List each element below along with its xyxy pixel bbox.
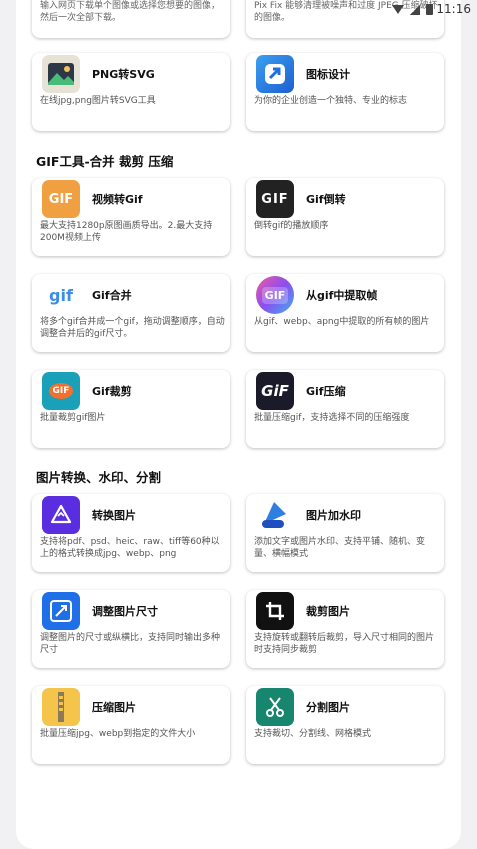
compress-image-icon (42, 688, 80, 726)
card-description: 将多个gif合并成一个gif，拖动调整顺序，自动调整合并后的gif尺寸。 (40, 317, 225, 339)
gif-merge-icon: gif (42, 276, 80, 314)
tool-card-partial-right[interactable]: Pix Fix 能够清理被噪声和过度 JPEG 压缩破坏的图像。 (246, 0, 444, 38)
gif-label: GIF (261, 191, 289, 207)
card-description: 添加文字或图片水印、支持平铺、随机、变量、横幅模式 (254, 537, 426, 559)
card-description: 支持裁切、分割线、网格模式 (254, 729, 372, 739)
tool-card-gif-crop[interactable]: GIF Gif裁剪 批量裁剪gif图片 (32, 370, 230, 448)
tool-card-crop-image[interactable]: 裁剪图片 支持旋转或翻转后裁剪，导入尺寸相同的图片时支持同步裁剪 (246, 590, 444, 668)
video-gif-icon: GIF (42, 180, 80, 218)
tool-card-convert-image[interactable]: 转换图片 支持将pdf、psd、heic、raw、tiff等60种以上的格式转换… (32, 494, 230, 572)
card-description: 倒转gif的播放顺序 (254, 221, 329, 231)
crop-image-icon (256, 592, 294, 630)
tool-card-video-to-gif[interactable]: GIF 视频转Gif 最大支持1280p原图画质导出。2.最大支持200M视频上… (32, 178, 230, 256)
gif-label: GiF (261, 382, 289, 400)
card-title: 图标设计 (306, 68, 350, 81)
tools-sheet: 输入网页下载单个图像或选择您想要的图像，然后一次全部下载。 Pix Fix 能够… (16, 0, 461, 849)
card-title: Gif倒转 (306, 193, 346, 206)
card-description: 为你的企业创造一个独特、专业的标志 (254, 96, 408, 106)
section-title-gif-tools: GIF工具-合并 裁剪 压缩 (36, 154, 174, 169)
card-description: 批量压缩jpg、webp到指定的文件大小 (40, 729, 196, 739)
tool-card-extract-frames[interactable]: GIF 从gif中提取帧 从gif、webp、apng中提取的所有帧的图片 (246, 274, 444, 352)
gif-reverse-icon: GIF (256, 180, 294, 218)
tool-card-gif-merge[interactable]: gif Gif合并 将多个gif合并成一个gif，拖动调整顺序，自动调整合并后的… (32, 274, 230, 352)
card-description: 调整图片的尺寸或纵横比，支持同时输出多种尺寸 (40, 633, 221, 655)
tool-card-partial-left[interactable]: 输入网页下载单个图像或选择您想要的图像，然后一次全部下载。 (32, 0, 230, 38)
card-title: 从gif中提取帧 (306, 289, 378, 302)
extract-frames-icon: GIF (256, 276, 294, 314)
card-description: Pix Fix 能够清理被噪声和过度 JPEG 压缩破坏的图像。 (254, 1, 438, 23)
logo-design-icon (256, 55, 294, 93)
card-title: 图片加水印 (306, 509, 361, 522)
tool-card-gif-reverse[interactable]: GIF Gif倒转 倒转gif的播放顺序 (246, 178, 444, 256)
png-svg-icon (42, 55, 80, 93)
card-description: 批量压缩gif，支持选择不同的压缩强度 (254, 413, 410, 423)
section-title-image-tools: 图片转换、水印、分割 (36, 470, 162, 485)
card-description: 最大支持1280p原图画质导出。2.最大支持200M视频上传 (40, 221, 213, 243)
tool-card-split-image[interactable]: 分割图片 支持裁切、分割线、网格模式 (246, 686, 444, 764)
card-title: 分割图片 (306, 701, 350, 714)
card-title: 压缩图片 (92, 701, 136, 714)
card-description: 批量裁剪gif图片 (40, 413, 106, 423)
gif-label: GIF (48, 191, 74, 207)
gif-label: GIF (261, 286, 289, 304)
convert-image-icon (42, 496, 80, 534)
card-title: Gif合并 (92, 289, 132, 302)
card-description: 支持将pdf、psd、heic、raw、tiff等60种以上的格式转换成jpg、… (40, 537, 220, 559)
gif-label: gif (49, 285, 73, 305)
watermark-icon (256, 496, 294, 534)
card-description: 在线jpg,png图片转SVG工具 (40, 96, 156, 106)
tool-card-compress-image[interactable]: 压缩图片 批量压缩jpg、webp到指定的文件大小 (32, 686, 230, 764)
card-description: 输入网页下载单个图像或选择您想要的图像，然后一次全部下载。 (40, 1, 221, 23)
card-description: 支持旋转或翻转后裁剪，导入尺寸相同的图片时支持同步裁剪 (254, 633, 435, 655)
tool-card-logo-design[interactable]: 图标设计 为你的企业创造一个独特、专业的标志 (246, 53, 444, 131)
tool-card-gif-compress[interactable]: GiF Gif压缩 批量压缩gif，支持选择不同的压缩强度 (246, 370, 444, 448)
card-title: Gif压缩 (306, 385, 346, 398)
card-title: 调整图片尺寸 (92, 605, 158, 618)
card-title: PNG转SVG (92, 68, 155, 81)
card-title: 视频转Gif (92, 193, 143, 206)
tool-card-png-to-svg[interactable]: PNG转SVG 在线jpg,png图片转SVG工具 (32, 53, 230, 131)
card-title: 转换图片 (92, 509, 136, 522)
gif-compress-icon: GiF (256, 372, 294, 410)
gif-crop-icon: GIF (42, 372, 80, 410)
card-title: 裁剪图片 (306, 605, 350, 618)
gif-label: GIF (48, 383, 74, 399)
card-title: Gif裁剪 (92, 385, 132, 398)
card-description: 从gif、webp、apng中提取的所有帧的图片 (254, 317, 430, 327)
resize-image-icon (42, 592, 80, 630)
tool-card-watermark[interactable]: 图片加水印 添加文字或图片水印、支持平铺、随机、变量、横幅模式 (246, 494, 444, 572)
tool-card-resize-image[interactable]: 调整图片尺寸 调整图片的尺寸或纵横比，支持同时输出多种尺寸 (32, 590, 230, 668)
split-image-icon (256, 688, 294, 726)
